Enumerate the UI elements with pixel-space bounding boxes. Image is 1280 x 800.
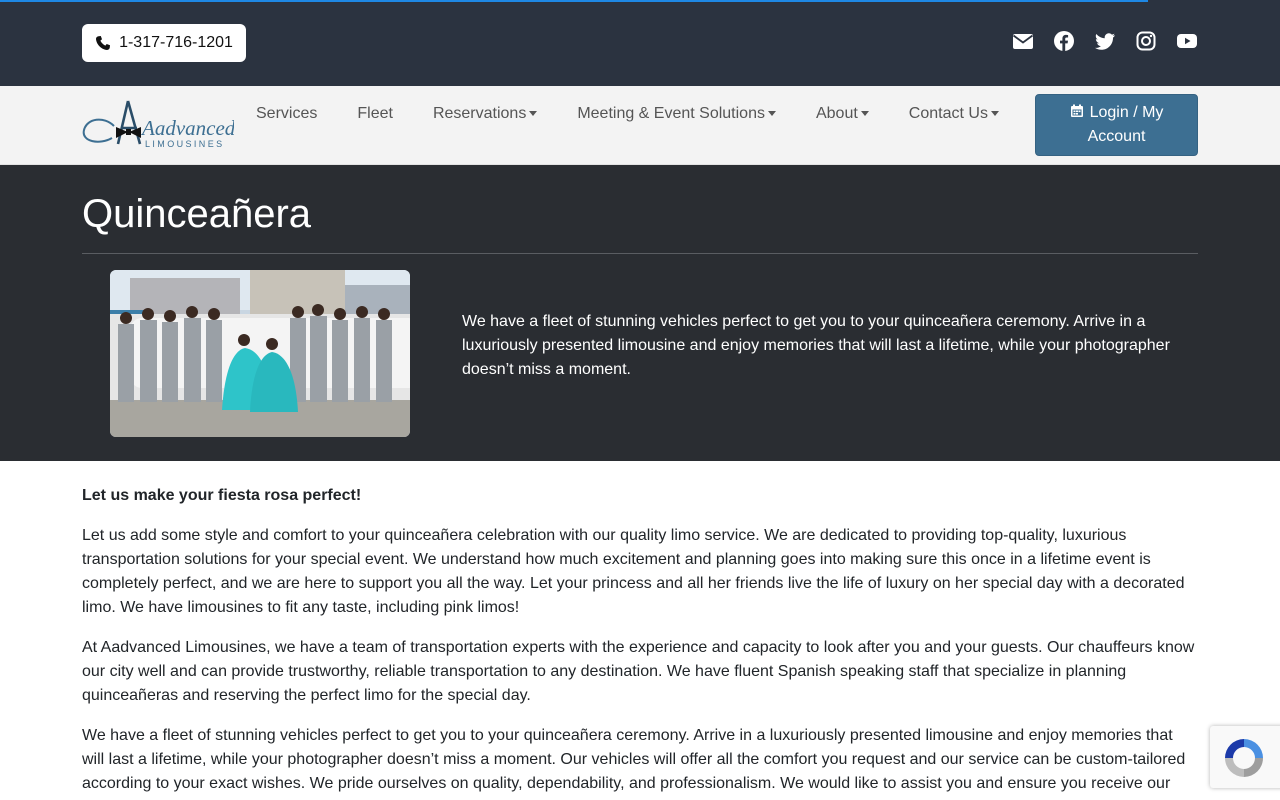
caret-down-icon	[990, 111, 999, 116]
main-content: Let us make your fiesta rosa perfect! Le…	[82, 461, 1198, 800]
nav-item-services[interactable]: Services	[256, 105, 317, 123]
phone-number: 1-317-716-1201	[119, 34, 233, 51]
hero-description: We have a fleet of stunning vehicles per…	[462, 313, 1170, 378]
divider	[82, 253, 1198, 254]
nav-item-reservations[interactable]: Reservations	[433, 105, 538, 123]
calendar-icon	[1070, 104, 1083, 117]
section-heading: Let us make your fiesta rosa perfect!	[82, 487, 362, 504]
content-paragraph: Let us add some style and comfort to you…	[82, 527, 1185, 616]
nav-item-meeting-event-solutions[interactable]: Meeting & Event Solutions	[577, 105, 776, 123]
nav-item-fleet[interactable]: Fleet	[357, 105, 393, 123]
page-title: Quinceañera	[82, 192, 312, 236]
top-contact-bar: 1-317-716-1201	[0, 0, 1280, 86]
phone-icon	[96, 36, 111, 50]
nav-item-contact-us[interactable]: Contact Us	[909, 105, 999, 123]
content-paragraph: We have a fleet of stunning vehicles per…	[82, 727, 1186, 792]
login-account-button[interactable]: Login / My Account	[1035, 94, 1198, 156]
instagram-icon[interactable]	[1135, 30, 1157, 52]
youtube-icon[interactable]	[1176, 30, 1198, 52]
phone-button[interactable]: 1-317-716-1201	[82, 24, 246, 62]
caret-down-icon	[767, 111, 776, 116]
caret-down-icon	[860, 111, 869, 116]
nav-item-about[interactable]: About	[816, 105, 869, 123]
brand-logo[interactable]: Aadvanced LIMOUSINES	[82, 98, 236, 155]
recaptcha-icon	[1225, 739, 1263, 777]
hero-section: Quinceañera We have a fleet of stunning …	[0, 165, 1280, 461]
facebook-icon[interactable]	[1053, 30, 1075, 52]
svg-text:LIMOUSINES: LIMOUSINES	[145, 139, 225, 149]
svg-text:Aadvanced: Aadvanced	[140, 116, 234, 140]
social-links	[1012, 30, 1198, 52]
quinceanera-group-photo	[110, 270, 410, 437]
recaptcha-badge[interactable]	[1210, 726, 1280, 788]
page-load-progress-bar	[0, 0, 1149, 2]
caret-down-icon	[529, 111, 538, 116]
content-paragraph: At Aadvanced Limousines, we have a team …	[82, 639, 1195, 704]
envelope-icon[interactable]	[1012, 30, 1034, 52]
twitter-icon[interactable]	[1094, 30, 1116, 52]
nav-menu: Services Fleet Reservations Meeting & Ev…	[256, 86, 1039, 165]
